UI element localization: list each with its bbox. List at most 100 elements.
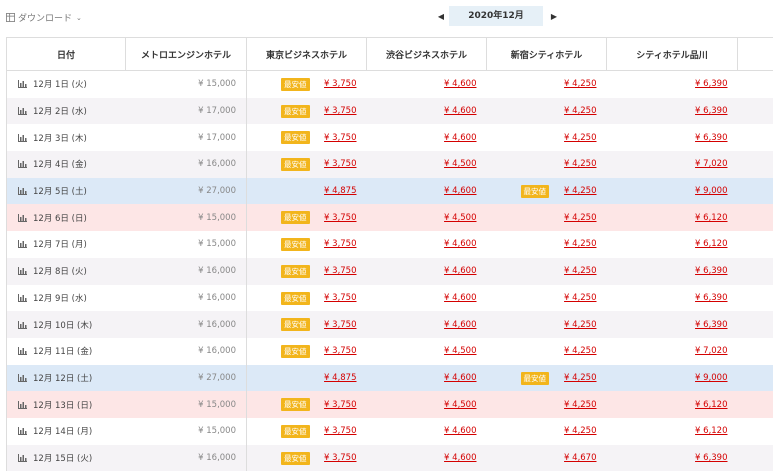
competitor-price-link[interactable]: ¥ 4,500: [444, 159, 476, 169]
competitor-price-link[interactable]: ¥ 3,750: [324, 320, 356, 330]
competitor-price-link[interactable]: ¥ 4,600: [444, 453, 476, 463]
competitor-price-link[interactable]: ¥ 4,500: [444, 346, 476, 356]
competitor-price-link[interactable]: ¥ 6,390: [695, 133, 727, 143]
competitor-price-link[interactable]: ¥ 4,600: [444, 106, 476, 116]
competitor-price-link[interactable]: ¥ 7,020: [695, 346, 727, 356]
chart-icon[interactable]: [18, 213, 27, 222]
competitor-price-link[interactable]: ¥ 4,600: [444, 186, 476, 196]
own-hotel-price: ¥ 15,000: [125, 231, 247, 258]
chart-icon[interactable]: [18, 160, 27, 169]
competitor-price-cell: ¥ 4,250: [486, 151, 607, 178]
competitor-price-link[interactable]: ¥ 6,120: [695, 239, 727, 249]
column-header-competitor-1[interactable]: 東京ビジネスホテル: [246, 37, 367, 71]
empty-cell: [737, 231, 773, 258]
chart-icon[interactable]: [18, 80, 27, 89]
competitor-price-link[interactable]: ¥ 4,250: [564, 426, 596, 436]
chart-icon[interactable]: [18, 373, 27, 382]
empty-cell: [737, 364, 773, 392]
competitor-price-link[interactable]: ¥ 4,600: [444, 320, 476, 330]
competitor-price-cell: ¥ 6,120: [606, 204, 738, 232]
date-cell: 12月 7日 (月): [6, 231, 126, 258]
competitor-price-link[interactable]: ¥ 6,120: [695, 213, 727, 223]
table-body: 12月 1日 (火) ¥ 15,000 最安値 ¥ 3,750 ¥ 4,600 ¥ 4,2…: [6, 70, 773, 472]
empty-cell: [737, 337, 773, 365]
lowest-price-badge: 最安値: [281, 131, 310, 145]
competitor-price-link[interactable]: ¥ 3,750: [324, 79, 356, 89]
competitor-price-link[interactable]: ¥ 4,250: [564, 106, 596, 116]
empty-cell: [737, 444, 773, 472]
competitor-price-link[interactable]: ¥ 7,020: [695, 159, 727, 169]
competitor-price-link[interactable]: ¥ 4,600: [444, 426, 476, 436]
competitor-price-link[interactable]: ¥ 4,600: [444, 79, 476, 89]
competitor-price-link[interactable]: ¥ 6,120: [695, 426, 727, 436]
competitor-price-link[interactable]: ¥ 4,250: [564, 266, 596, 276]
competitor-price-link[interactable]: ¥ 3,750: [324, 213, 356, 223]
competitor-price-link[interactable]: ¥ 4,250: [564, 213, 596, 223]
competitor-price-link[interactable]: ¥ 6,390: [695, 266, 727, 276]
lowest-price-badge: 最安値: [520, 184, 549, 198]
competitor-price-link[interactable]: ¥ 4,670: [564, 453, 596, 463]
competitor-price-cell: ¥ 4,600: [366, 284, 487, 312]
competitor-price-link[interactable]: ¥ 3,750: [324, 400, 356, 410]
competitor-price-link[interactable]: ¥ 3,750: [324, 133, 356, 143]
chart-icon[interactable]: [18, 187, 27, 196]
competitor-price-link[interactable]: ¥ 4,500: [444, 213, 476, 223]
lowest-price-badge: 最安値: [281, 398, 310, 412]
competitor-price-link[interactable]: ¥ 3,750: [324, 159, 356, 169]
chart-icon[interactable]: [18, 267, 27, 276]
chart-icon[interactable]: [18, 107, 27, 116]
column-header-own-hotel[interactable]: メトロエンジンホテル: [125, 37, 247, 71]
competitor-price-link[interactable]: ¥ 3,750: [324, 239, 356, 249]
competitor-price-link[interactable]: ¥ 4,875: [324, 373, 356, 383]
competitor-price-link[interactable]: ¥ 4,250: [564, 239, 596, 249]
competitor-price-cell: ¥ 4,250: [486, 391, 607, 418]
competitor-price-link[interactable]: ¥ 6,390: [695, 320, 727, 330]
competitor-price-link[interactable]: ¥ 9,000: [695, 186, 727, 196]
competitor-price-link[interactable]: ¥ 4,250: [564, 400, 596, 410]
competitor-price-link[interactable]: ¥ 4,600: [444, 293, 476, 303]
next-month-icon[interactable]: ▶: [549, 12, 559, 21]
competitor-price-link[interactable]: ¥ 6,390: [695, 106, 727, 116]
column-header-date[interactable]: 日付: [6, 37, 126, 71]
competitor-price-link[interactable]: ¥ 3,750: [324, 346, 356, 356]
competitor-price-link[interactable]: ¥ 4,875: [324, 186, 356, 196]
chart-icon[interactable]: [18, 320, 27, 329]
column-header-competitor-3[interactable]: 新宿シティホテル: [486, 37, 607, 71]
table-row: 12月 2日 (水) ¥ 17,000 最安値 ¥ 3,750 ¥ 4,600 ¥ 4,2…: [6, 97, 773, 125]
prev-month-icon[interactable]: ◀: [436, 12, 446, 21]
competitor-price-link[interactable]: ¥ 4,600: [444, 133, 476, 143]
column-header-competitor-4[interactable]: シティホテル品川: [606, 37, 738, 71]
competitor-price-link[interactable]: ¥ 6,390: [695, 293, 727, 303]
competitor-price-link[interactable]: ¥ 3,750: [324, 293, 356, 303]
competitor-price-link[interactable]: ¥ 3,750: [324, 266, 356, 276]
competitor-price-link[interactable]: ¥ 4,250: [564, 320, 596, 330]
chart-icon[interactable]: [18, 453, 27, 462]
competitor-price-link[interactable]: ¥ 4,600: [444, 239, 476, 249]
competitor-price-link[interactable]: ¥ 4,600: [444, 373, 476, 383]
download-button[interactable]: ダウンロード ⌄: [6, 11, 82, 24]
chart-icon[interactable]: [18, 347, 27, 356]
current-month[interactable]: 2020年12月: [449, 6, 543, 26]
competitor-price-link[interactable]: ¥ 4,600: [444, 266, 476, 276]
chart-icon[interactable]: [18, 427, 27, 436]
competitor-price-link[interactable]: ¥ 4,250: [564, 79, 596, 89]
competitor-price-link[interactable]: ¥ 4,250: [564, 186, 596, 196]
competitor-price-link[interactable]: ¥ 3,750: [324, 106, 356, 116]
competitor-price-link[interactable]: ¥ 4,250: [564, 346, 596, 356]
chart-icon[interactable]: [18, 293, 27, 302]
chart-icon[interactable]: [18, 240, 27, 249]
competitor-price-link[interactable]: ¥ 6,120: [695, 400, 727, 410]
column-header-competitor-2[interactable]: 渋谷ビジネスホテル: [366, 37, 487, 71]
competitor-price-link[interactable]: ¥ 9,000: [695, 373, 727, 383]
chart-icon[interactable]: [18, 400, 27, 409]
competitor-price-link[interactable]: ¥ 4,250: [564, 373, 596, 383]
competitor-price-link[interactable]: ¥ 4,250: [564, 293, 596, 303]
competitor-price-link[interactable]: ¥ 3,750: [324, 426, 356, 436]
competitor-price-link[interactable]: ¥ 4,250: [564, 133, 596, 143]
competitor-price-link[interactable]: ¥ 6,390: [695, 79, 727, 89]
competitor-price-link[interactable]: ¥ 6,390: [695, 453, 727, 463]
competitor-price-link[interactable]: ¥ 4,500: [444, 400, 476, 410]
chart-icon[interactable]: [18, 133, 27, 142]
competitor-price-link[interactable]: ¥ 4,250: [564, 159, 596, 169]
competitor-price-link[interactable]: ¥ 3,750: [324, 453, 356, 463]
